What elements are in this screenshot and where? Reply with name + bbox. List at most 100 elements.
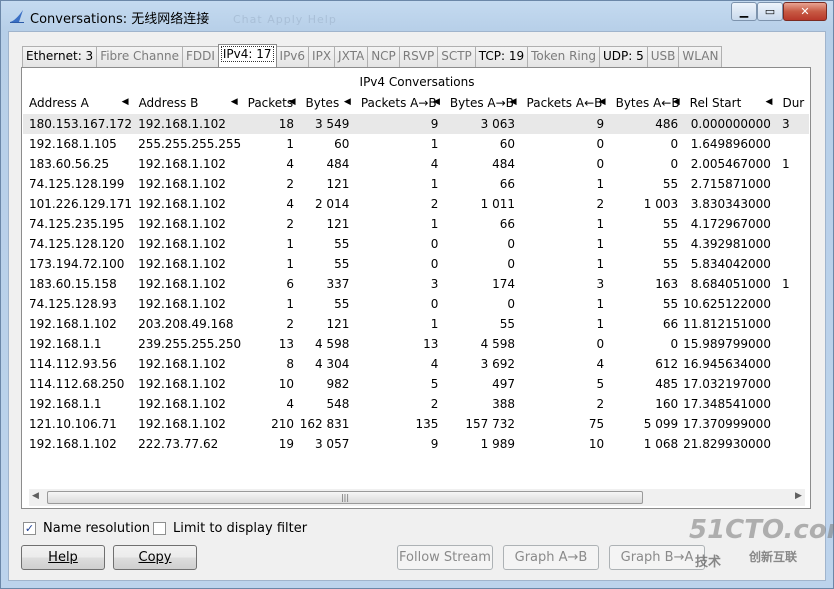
- column-header[interactable]: Packets A→B ◀: [354, 92, 444, 114]
- table-cell: 192.168.1.1: [29, 397, 102, 411]
- tab-ipv4-17[interactable]: IPv4: 17: [217, 44, 277, 67]
- tab-token-ring[interactable]: Token Ring: [527, 46, 600, 67]
- limit-filter-option[interactable]: Limit to display filter: [153, 521, 307, 536]
- table-cell: 5.834042000: [690, 257, 771, 271]
- tab-fibre-channe[interactable]: Fibre Channe: [96, 46, 183, 67]
- follow-stream-button[interactable]: Follow Stream: [397, 545, 493, 570]
- column-header[interactable]: Rel Start ◀: [683, 92, 777, 114]
- table-cell: 192.168.1.102: [132, 114, 242, 134]
- table-row[interactable]: 192.168.1.102 203.208.49.168 2 121 1 55 1 66 11.…: [23, 314, 809, 334]
- tab-rsvp[interactable]: RSVP: [398, 46, 439, 67]
- sort-arrow-icon: ◀: [598, 97, 606, 107]
- column-header-label: Bytes A→B: [449, 96, 514, 110]
- table-cell: 255.255.255.255: [138, 137, 242, 151]
- table-cell: 4 598: [480, 337, 516, 351]
- table-cell: 9: [354, 114, 444, 134]
- table-cell: 10.625122000: [683, 297, 771, 311]
- table-cell: 2: [430, 397, 439, 411]
- tab-ncp[interactable]: NCP: [367, 46, 400, 67]
- table-row[interactable]: 180.153.167.172 192.168.1.102 18 3 549 9 3 06…: [23, 114, 809, 134]
- column-header[interactable]: Address B ◀: [132, 92, 242, 114]
- tab-wlan[interactable]: WLAN: [678, 46, 723, 67]
- limit-filter-label: Limit to display filter: [173, 521, 308, 536]
- table-row[interactable]: 183.60.56.25 192.168.1.102 4 484 4 484 0 0 2.005…: [23, 154, 809, 174]
- tab-ipx[interactable]: IPX: [308, 46, 336, 67]
- table-cell: 2: [286, 317, 295, 331]
- table-cell: 8.684051000: [690, 277, 771, 291]
- table-cell: [776, 314, 809, 334]
- table-row[interactable]: 74.125.128.199 192.168.1.102 2 121 1 66 1 55 2.7…: [23, 174, 809, 194]
- table-cell: 9: [430, 437, 439, 451]
- column-header[interactable]: Packets ◀: [241, 92, 300, 114]
- column-header-label: Address B: [138, 96, 199, 110]
- scroll-right-icon[interactable]: ▶: [795, 491, 802, 501]
- table-row[interactable]: 173.194.72.100 192.168.1.102 1 55 0 0 1 55 5.834…: [23, 254, 809, 274]
- close-button[interactable]: ✕: [783, 2, 827, 21]
- table-row[interactable]: 192.168.1.1 192.168.1.102 4 548 2 388 2 160 17.3…: [23, 394, 809, 414]
- horizontal-scrollbar[interactable]: ◀ ||| ▶: [29, 489, 805, 506]
- column-header-label: Packets A←B: [526, 96, 603, 110]
- table-cell: 1 011: [480, 197, 516, 211]
- tab-fddi[interactable]: FDDI: [181, 46, 219, 67]
- table-cell: 3: [775, 114, 809, 134]
- table-row[interactable]: 74.125.128.120 192.168.1.102 1 55 0 0 1 55 4.392…: [23, 234, 809, 254]
- table-cell: 162 831: [299, 417, 350, 431]
- table-cell: 1: [430, 217, 439, 231]
- column-header[interactable]: Bytes A→B ◀: [443, 92, 521, 114]
- close-icon: ✕: [800, 5, 810, 18]
- tab-sctp[interactable]: SCTP: [437, 46, 476, 67]
- table-row[interactable]: 192.168.1.105 255.255.255.255 1 60 1 60 0 0 1.64…: [23, 134, 809, 154]
- table-cell: 1: [596, 217, 605, 231]
- table-cell: 192.168.1.102: [138, 277, 226, 291]
- table-cell: 121: [326, 317, 350, 331]
- graph-b-to-a-button[interactable]: Graph B→A: [609, 545, 705, 570]
- tab-label: IPv6: [279, 49, 306, 63]
- table-cell: 1: [596, 297, 605, 311]
- tab-ipv6[interactable]: IPv6: [275, 46, 310, 67]
- column-header[interactable]: Address A ◀: [23, 92, 133, 114]
- watermark-subtext: 技术: [695, 555, 722, 570]
- column-header[interactable]: Dur: [775, 92, 809, 114]
- conversation-table-container[interactable]: Address A ◀ Address B ◀ Packets ◀ Bytes ◀ Packet…: [23, 92, 809, 487]
- name-resolution-checkbox[interactable]: ✓: [23, 522, 36, 535]
- table-cell: 55: [499, 317, 516, 331]
- table-cell: 0: [596, 137, 605, 151]
- scroll-left-icon[interactable]: ◀: [32, 491, 39, 501]
- table-cell: 17.348541000: [683, 397, 771, 411]
- column-header[interactable]: Bytes ◀: [299, 92, 355, 114]
- maximize-button[interactable]: ▭: [757, 2, 783, 21]
- scrollbar-thumb[interactable]: |||: [47, 491, 643, 504]
- table-row[interactable]: 101.226.129.171 192.168.1.102 4 2 014 2 1 011…: [23, 194, 809, 214]
- limit-filter-checkbox[interactable]: [153, 522, 166, 535]
- column-header-label: Bytes A←B: [615, 96, 680, 110]
- table-cell: 4.392981000: [690, 237, 771, 251]
- table-row[interactable]: 74.125.128.93 192.168.1.102 1 55 0 0 1 55 10.625…: [23, 294, 809, 314]
- minimize-button[interactable]: ▁: [731, 2, 757, 21]
- table-cell: 174: [492, 277, 516, 291]
- tab-label: TCP: 19: [478, 49, 525, 63]
- window-title: Conversations: 无线网络连接: [30, 12, 210, 27]
- column-header[interactable]: Packets A←B ◀: [520, 92, 610, 114]
- graph-a-to-b-button[interactable]: Graph A→B: [503, 545, 599, 570]
- tab-tcp-19[interactable]: TCP: 19: [474, 46, 529, 67]
- table-row[interactable]: 192.168.1.102 222.73.77.62 19 3 057 9 1 989 10…: [23, 434, 809, 454]
- table-row[interactable]: 183.60.15.158 192.168.1.102 6 337 3 174 3 163 8.…: [23, 274, 809, 294]
- table-row[interactable]: 114.112.93.56 192.168.1.102 8 4 304 4 3 692 4 6…: [23, 354, 809, 374]
- sort-arrow-icon: ◀: [343, 97, 351, 107]
- tab-ethernet-3[interactable]: Ethernet: 3: [22, 46, 98, 67]
- table-row[interactable]: 74.125.235.195 192.168.1.102 2 121 1 66 1 55 4.1…: [23, 214, 809, 234]
- name-resolution-option[interactable]: ✓ Name resolution: [23, 521, 150, 536]
- table-row[interactable]: 192.168.1.1 239.255.255.250 13 4 598 13 4 598…: [23, 334, 809, 354]
- table-row[interactable]: 121.10.106.71 192.168.1.102 210 162 831 135 1…: [23, 414, 809, 434]
- copy-button[interactable]: Copy: [113, 545, 197, 570]
- title-bar[interactable]: Conversations: 无线网络连接 Chat Apply Help ▁ …: [1, 1, 833, 31]
- help-button[interactable]: Help: [21, 545, 105, 570]
- column-header[interactable]: Bytes A←B ◀: [609, 92, 684, 114]
- table-row[interactable]: 114.112.68.250 192.168.1.102 10 982 5 497 5 485…: [23, 374, 809, 394]
- table-cell: 5: [596, 377, 605, 391]
- tab-jxta[interactable]: JXTA: [334, 46, 369, 67]
- tab-usb[interactable]: USB: [646, 46, 680, 67]
- conversations-window: Conversations: 无线网络连接 Chat Apply Help ▁ …: [0, 0, 834, 589]
- tab-udp-5[interactable]: UDP: 5: [599, 46, 648, 67]
- table-cell: 192.168.1.102: [138, 177, 226, 191]
